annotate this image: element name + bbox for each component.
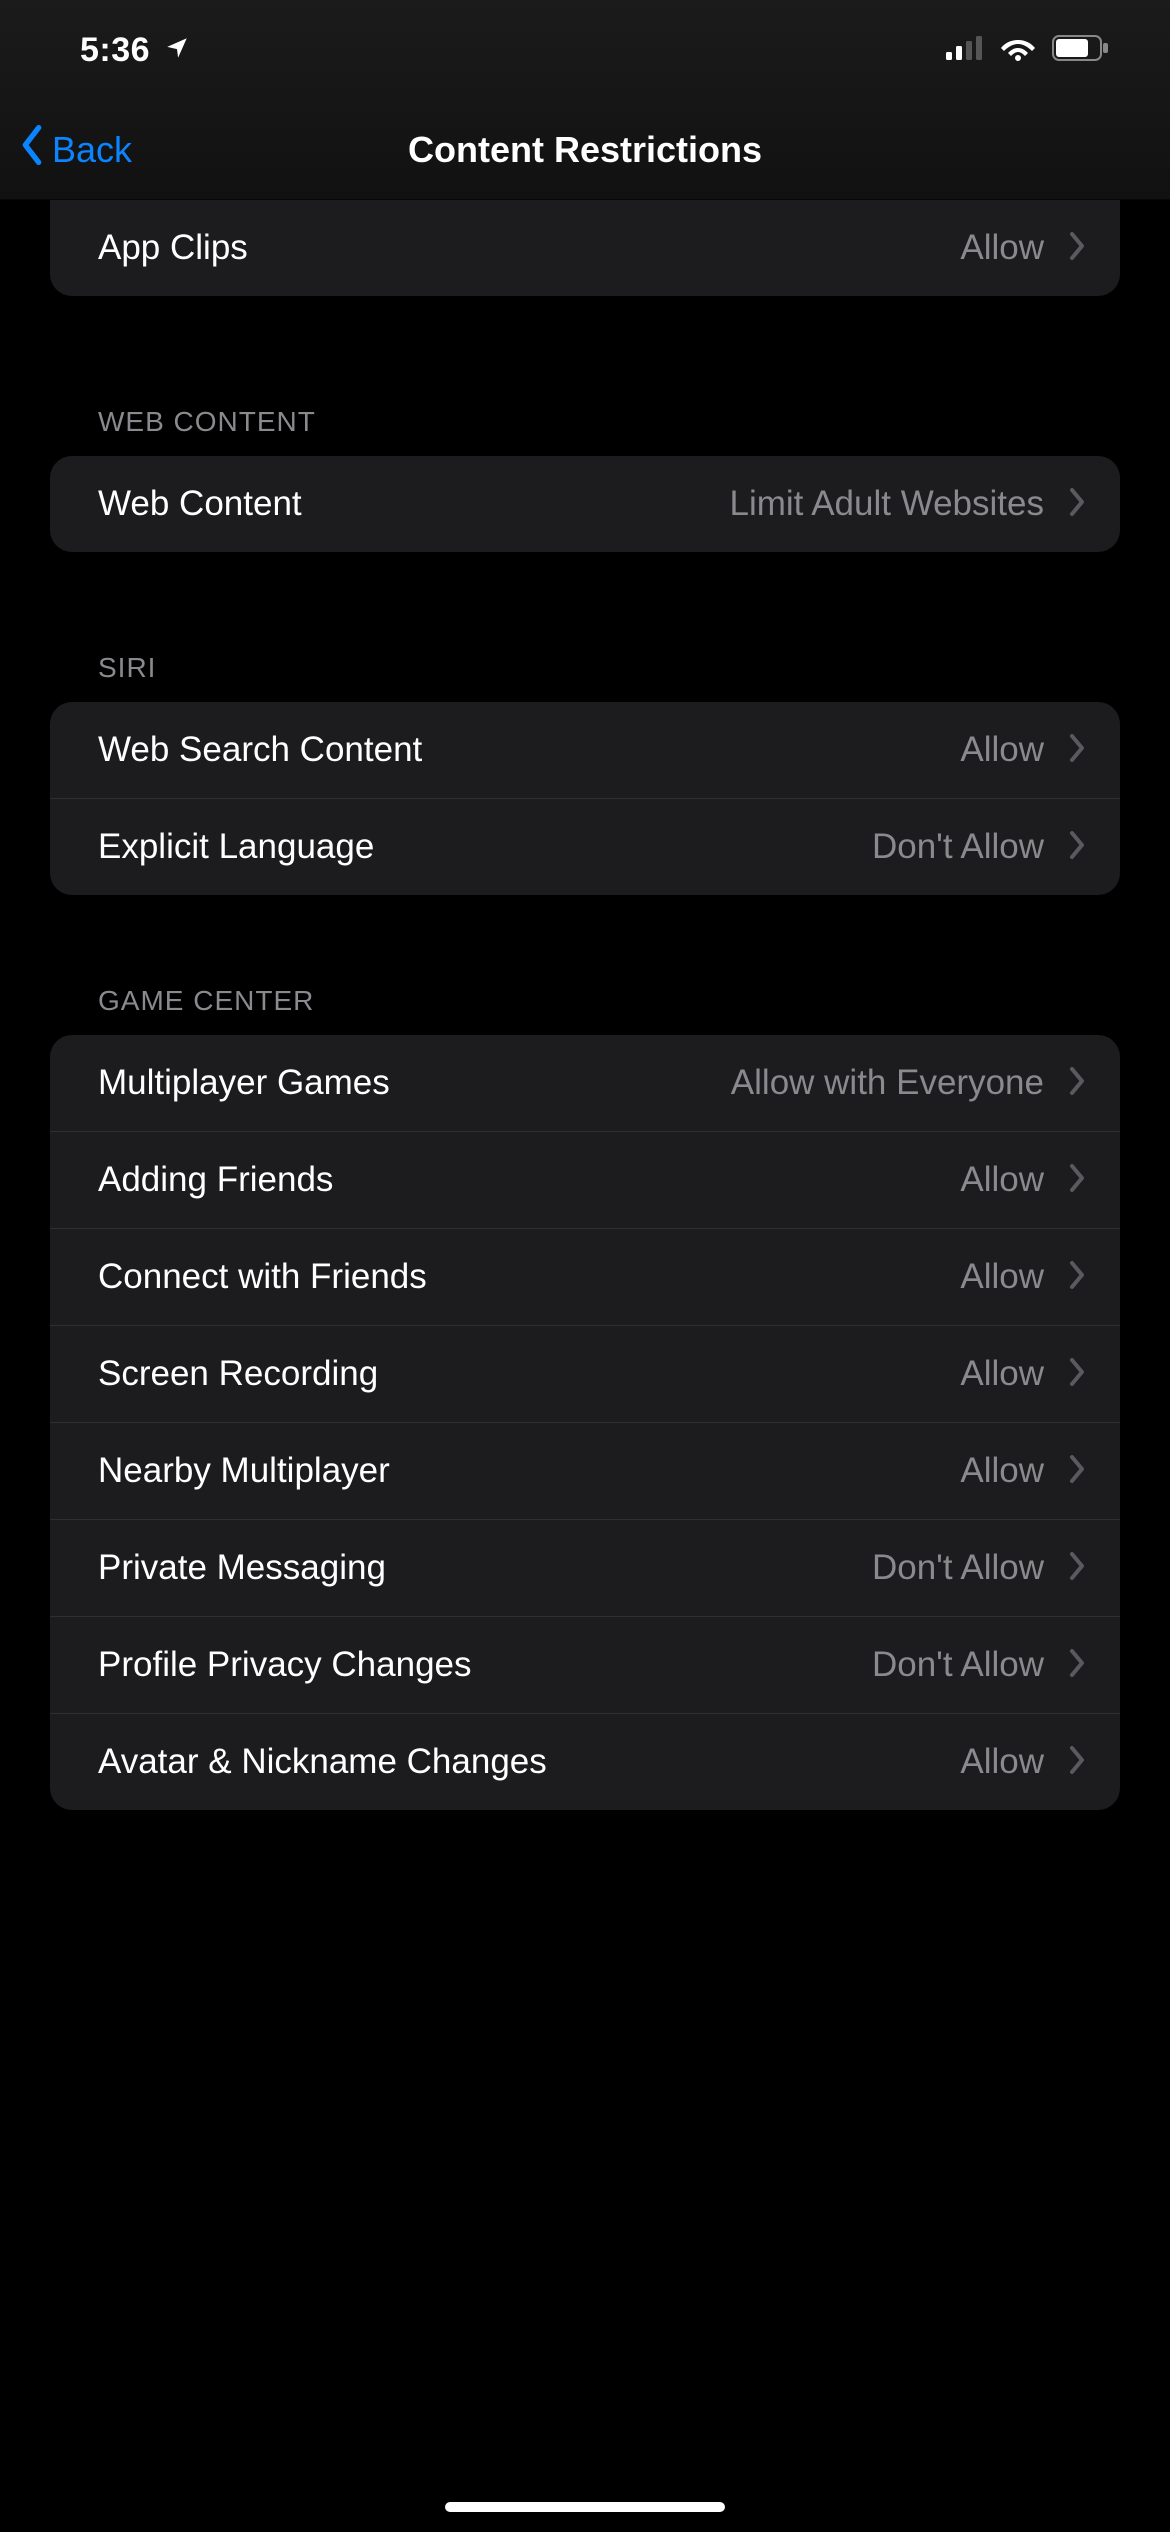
nav-bar: Back Content Restrictions (0, 100, 1170, 200)
status-left: 5:36 (80, 31, 190, 70)
row-label: Multiplayer Games (98, 1063, 731, 1103)
chevron-right-icon (1068, 487, 1086, 522)
wifi-icon (1000, 35, 1036, 66)
row-value: Don't Allow (872, 1548, 1044, 1588)
row-label: Private Messaging (98, 1548, 872, 1588)
row-value: Allow (960, 1451, 1044, 1491)
row-label: Connect with Friends (98, 1257, 960, 1297)
row-web-search-content[interactable]: Web Search Content Allow (50, 702, 1120, 798)
chevron-right-icon (1068, 830, 1086, 865)
chevron-right-icon (1068, 733, 1086, 768)
group-game-center: Multiplayer Games Allow with Everyone Ad… (50, 1035, 1120, 1810)
row-label: Profile Privacy Changes (98, 1645, 872, 1685)
row-profile-privacy-changes[interactable]: Profile Privacy Changes Don't Allow (50, 1616, 1120, 1713)
row-label: Web Search Content (98, 730, 960, 770)
chevron-right-icon (1068, 1066, 1086, 1101)
row-connect-with-friends[interactable]: Connect with Friends Allow (50, 1228, 1120, 1325)
group-web-content: Web Content Limit Adult Websites (50, 456, 1120, 552)
chevron-left-icon (18, 125, 46, 174)
row-value: Allow (960, 228, 1044, 268)
page-title: Content Restrictions (0, 129, 1170, 171)
section-header-web-content: WEB CONTENT (50, 406, 1120, 456)
row-label: Nearby Multiplayer (98, 1451, 960, 1491)
section-header-siri: SIRI (50, 652, 1120, 702)
status-time: 5:36 (80, 31, 150, 70)
row-multiplayer-games[interactable]: Multiplayer Games Allow with Everyone (50, 1035, 1120, 1131)
back-button[interactable]: Back (0, 125, 132, 174)
row-label: Web Content (98, 484, 730, 524)
row-label: Adding Friends (98, 1160, 960, 1200)
row-app-clips[interactable]: App Clips Allow (50, 200, 1120, 296)
status-bar: 5:36 (0, 0, 1170, 100)
row-value: Allow (960, 1160, 1044, 1200)
group-siri: Web Search Content Allow Explicit Langua… (50, 702, 1120, 895)
status-right (946, 35, 1110, 66)
home-indicator[interactable] (445, 2502, 725, 2512)
content: App Clips Allow WEB CONTENT Web Content … (0, 200, 1170, 1810)
chevron-right-icon (1068, 1454, 1086, 1489)
chevron-right-icon (1068, 1648, 1086, 1683)
row-adding-friends[interactable]: Adding Friends Allow (50, 1131, 1120, 1228)
row-value: Don't Allow (872, 827, 1044, 867)
row-label: Explicit Language (98, 827, 872, 867)
chevron-right-icon (1068, 1745, 1086, 1780)
location-icon (164, 31, 190, 70)
row-value: Allow (960, 1354, 1044, 1394)
row-web-content[interactable]: Web Content Limit Adult Websites (50, 456, 1120, 552)
row-value: Don't Allow (872, 1645, 1044, 1685)
back-label: Back (52, 129, 132, 171)
row-value: Allow with Everyone (731, 1063, 1044, 1103)
row-private-messaging[interactable]: Private Messaging Don't Allow (50, 1519, 1120, 1616)
row-label: App Clips (98, 228, 960, 268)
group-top: App Clips Allow (50, 200, 1120, 296)
chevron-right-icon (1068, 231, 1086, 266)
row-label: Avatar & Nickname Changes (98, 1742, 960, 1782)
row-value: Allow (960, 730, 1044, 770)
row-avatar-nickname-changes[interactable]: Avatar & Nickname Changes Allow (50, 1713, 1120, 1810)
chevron-right-icon (1068, 1357, 1086, 1392)
battery-icon (1052, 35, 1110, 66)
row-value: Limit Adult Websites (730, 484, 1045, 524)
chevron-right-icon (1068, 1163, 1086, 1198)
row-label: Screen Recording (98, 1354, 960, 1394)
chevron-right-icon (1068, 1551, 1086, 1586)
cellular-icon (946, 36, 984, 65)
chevron-right-icon (1068, 1260, 1086, 1295)
section-header-game-center: GAME CENTER (50, 985, 1120, 1035)
row-screen-recording[interactable]: Screen Recording Allow (50, 1325, 1120, 1422)
row-explicit-language[interactable]: Explicit Language Don't Allow (50, 798, 1120, 895)
row-value: Allow (960, 1257, 1044, 1297)
row-nearby-multiplayer[interactable]: Nearby Multiplayer Allow (50, 1422, 1120, 1519)
row-value: Allow (960, 1742, 1044, 1782)
